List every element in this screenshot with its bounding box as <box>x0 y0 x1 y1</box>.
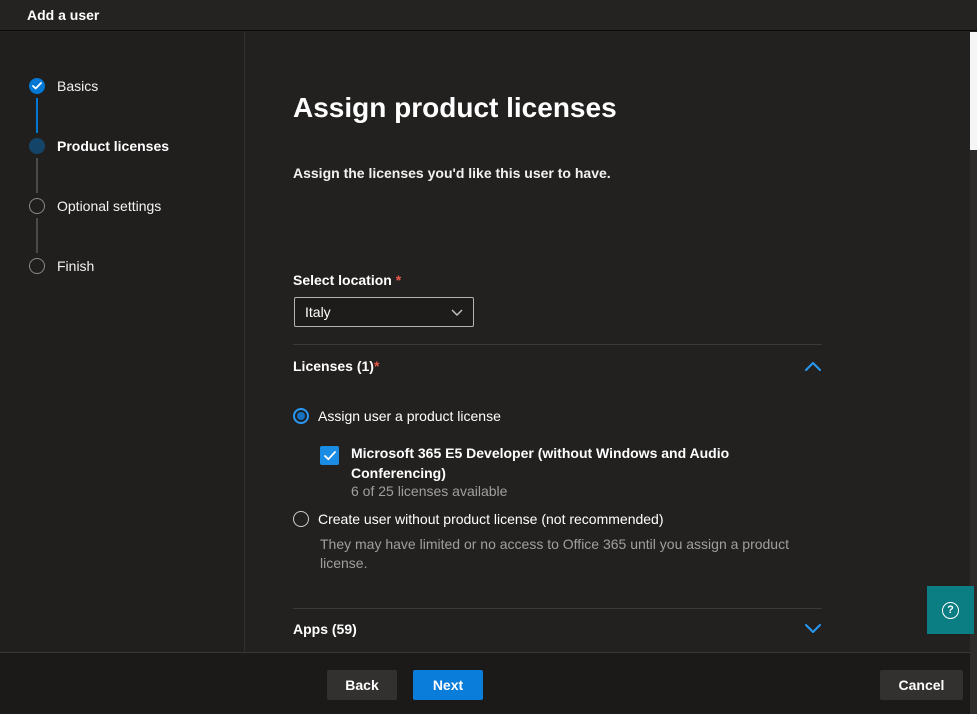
required-asterisk: * <box>374 358 379 374</box>
no-license-helper-text: They may have limited or no access to Of… <box>320 535 795 573</box>
back-button[interactable]: Back <box>327 670 397 700</box>
content-area: Basics Product licenses Optional setting… <box>0 32 977 651</box>
sidebar-item-finish[interactable]: Finish <box>29 258 94 274</box>
help-question-icon: ? <box>942 602 959 619</box>
radio-dot <box>297 412 305 420</box>
select-location-label-text: Select location <box>293 272 396 288</box>
wizard-titlebar: Add a user <box>0 0 977 31</box>
assign-license-radio-label: Assign user a product license <box>318 408 501 424</box>
chevron-down-icon <box>451 307 463 317</box>
location-dropdown-value: Italy <box>305 304 331 320</box>
license-availability-text: 6 of 25 licenses available <box>351 483 507 499</box>
radio-selected-icon <box>293 408 309 424</box>
required-asterisk: * <box>396 272 401 288</box>
assign-license-radio[interactable]: Assign user a product license <box>293 408 501 424</box>
licenses-section-title: Licenses (1)* <box>293 358 379 374</box>
wizard-steps-sidebar: Basics Product licenses Optional setting… <box>0 32 245 651</box>
licenses-accordion-header[interactable]: Licenses (1)* <box>293 357 822 375</box>
scrollbar-thumb[interactable] <box>970 32 977 150</box>
licenses-title-text: Licenses (1) <box>293 358 374 374</box>
step-connector <box>36 218 38 253</box>
step-connector <box>36 158 38 193</box>
select-location-label: Select location * <box>293 272 401 288</box>
chevron-down-icon[interactable] <box>804 622 822 636</box>
step-connector <box>36 98 38 133</box>
step-current-dot-icon <box>29 138 45 154</box>
step-upcoming-circle-icon <box>29 198 45 214</box>
license-checkbox-checked[interactable] <box>320 446 339 465</box>
step-label: Optional settings <box>57 198 161 214</box>
sidebar-item-basics[interactable]: Basics <box>29 78 98 94</box>
step-label: Finish <box>57 258 94 274</box>
step-label: Product licenses <box>57 138 169 154</box>
page-subtitle: Assign the licenses you'd like this user… <box>293 165 611 181</box>
radio-unselected-icon <box>293 511 309 527</box>
step-completed-check-icon <box>29 78 45 94</box>
next-button[interactable]: Next <box>413 670 483 700</box>
section-divider <box>293 608 822 609</box>
help-button[interactable]: ? <box>927 586 974 634</box>
cancel-button[interactable]: Cancel <box>880 670 963 700</box>
page-title: Assign product licenses <box>293 92 617 124</box>
sidebar-item-optional-settings[interactable]: Optional settings <box>29 198 161 214</box>
step-label: Basics <box>57 78 98 94</box>
step-upcoming-circle-icon <box>29 258 45 274</box>
location-dropdown[interactable]: Italy <box>294 297 474 327</box>
license-name-label: Microsoft 365 E5 Developer (without Wind… <box>351 441 791 483</box>
no-license-radio-label: Create user without product license (not… <box>318 511 664 527</box>
main-pane: Assign product licenses Assign the licen… <box>246 32 977 651</box>
apps-section-title: Apps (59) <box>293 621 357 637</box>
license-item-row: Microsoft 365 E5 Developer (without Wind… <box>320 441 791 483</box>
sidebar-item-product-licenses[interactable]: Product licenses <box>29 138 169 154</box>
chevron-up-icon[interactable] <box>804 359 822 373</box>
section-divider <box>293 344 822 345</box>
apps-accordion-header[interactable]: Apps (59) <box>293 620 822 638</box>
no-license-radio[interactable]: Create user without product license (not… <box>293 511 664 527</box>
wizard-title: Add a user <box>27 7 99 23</box>
wizard-footer: Back Next Cancel <box>0 652 977 714</box>
